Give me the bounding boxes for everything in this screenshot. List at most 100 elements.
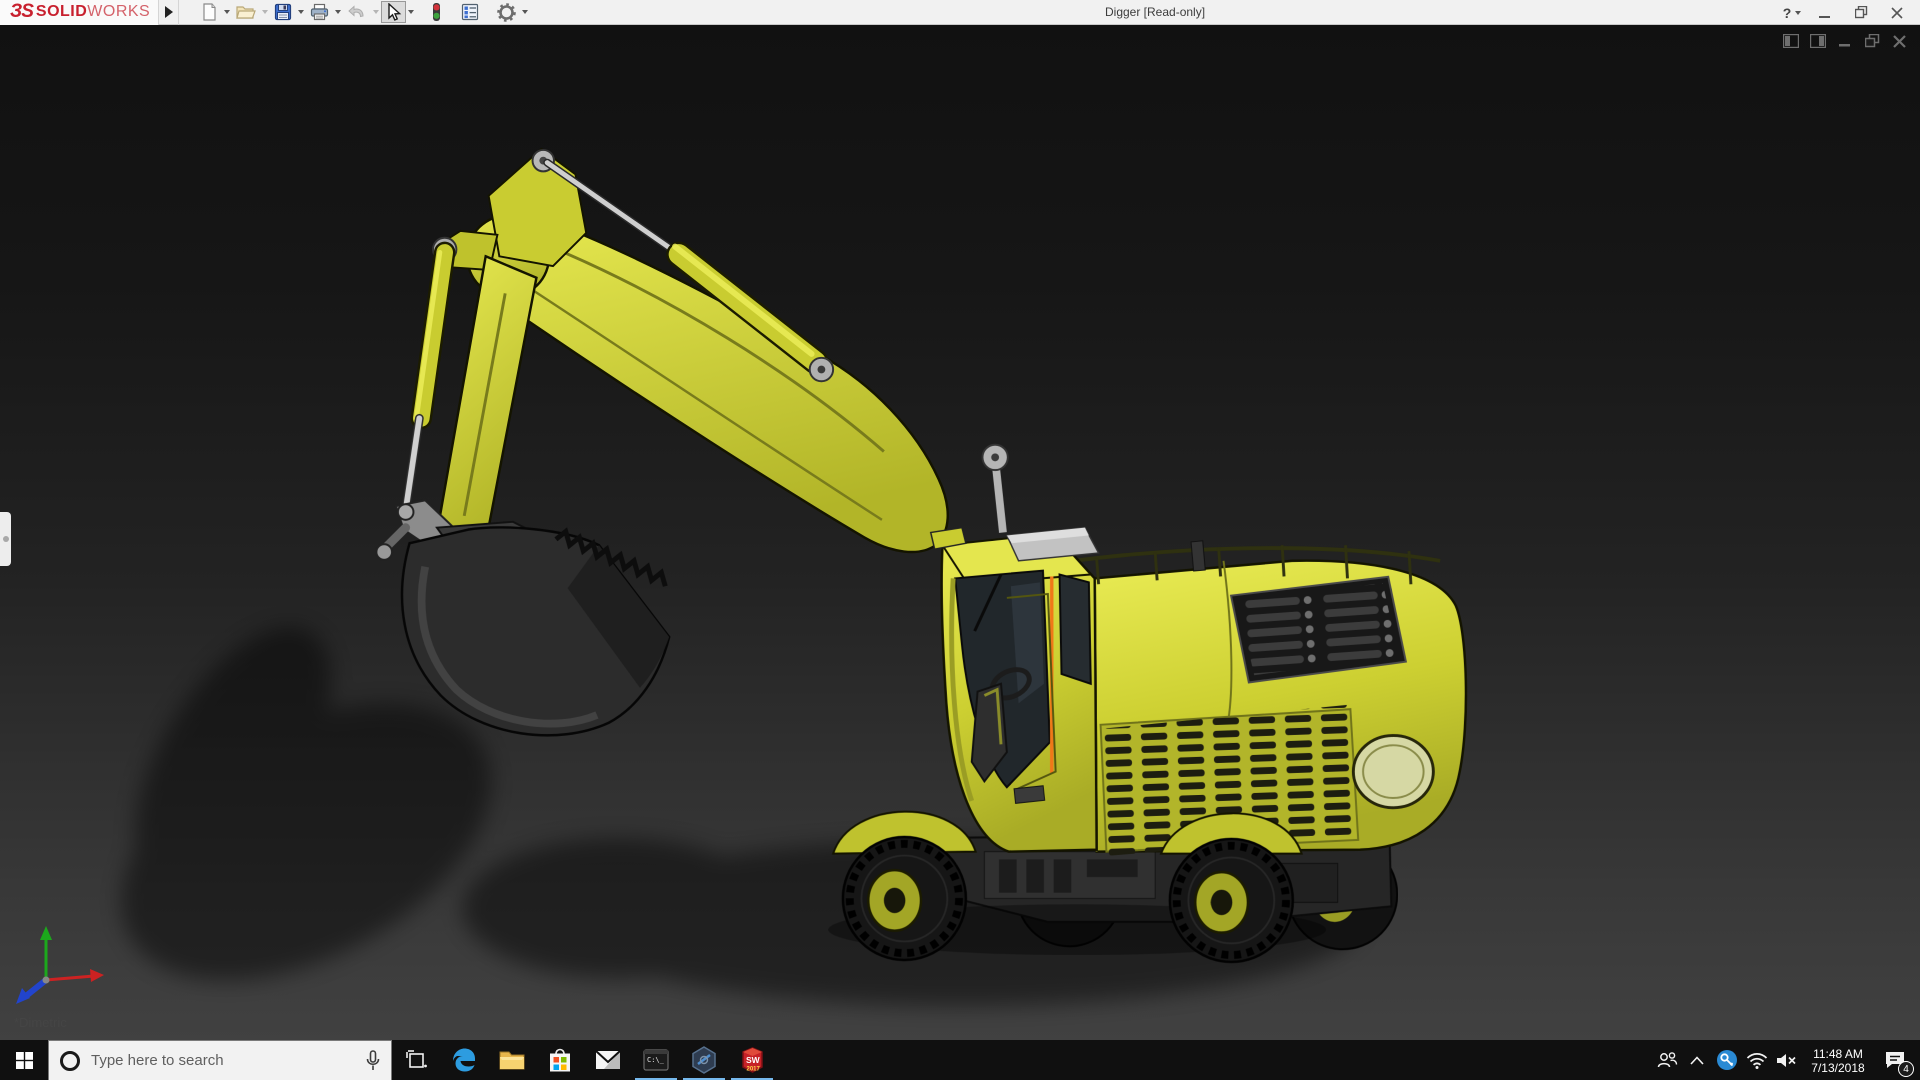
file-properties-icon [461,3,479,21]
save-button[interactable] [270,1,296,23]
taskbar-search-input[interactable]: Type here to search [48,1040,392,1080]
windows-taskbar: Type here to search [0,1040,1920,1080]
taskbar-item-task-view[interactable] [392,1040,440,1080]
show-display-pane-button[interactable] [1809,33,1827,49]
tray-app-button[interactable] [1712,1040,1742,1080]
model-cab[interactable] [931,528,1099,852]
solidworks-window: ЗS SOLID WORKS [0,0,1920,1080]
taskbar-clock[interactable]: 11:48 AM 7/13/2018 [1802,1046,1874,1075]
edrawings-hexagon-icon [691,1046,717,1074]
start-button[interactable] [0,1040,48,1080]
new-document-icon [201,3,218,21]
sw-icon-year: 2017 [746,1067,760,1073]
select-tool-button[interactable] [381,1,406,23]
blue-sphere-key-icon [1716,1049,1738,1071]
pane-right-icon [1810,34,1826,48]
microphone-icon[interactable] [365,1050,381,1072]
doc-close-button[interactable] [1890,33,1908,49]
options-button[interactable] [493,1,520,23]
clock-date: 7/13/2018 [1802,1061,1874,1075]
solidworks-2017-icon: SW 2017 [739,1046,766,1074]
options-gear-icon [497,3,516,22]
solidworks-logo: ЗS SOLID WORKS [0,0,159,25]
store-icon [548,1047,572,1073]
rebuild-button[interactable] [426,1,447,23]
task-view-icon [406,1050,427,1071]
options-dropdown[interactable] [520,1,530,23]
file-properties-button[interactable] [457,1,483,23]
action-center-button[interactable]: 4 [1874,1040,1916,1080]
print-dropdown[interactable] [333,1,343,23]
clock-time: 11:48 AM [1802,1047,1874,1061]
excavator-model[interactable] [0,25,1920,1040]
select-cursor-icon [385,3,402,22]
view-orientation-label: *Dimetric [14,1015,67,1030]
command-prompt-icon: C:\_ [643,1048,669,1072]
doc-close-icon [1893,35,1906,48]
help-button[interactable]: ? [1780,2,1804,24]
pivot-center [991,453,999,461]
print-button[interactable] [306,1,333,23]
save-floppy-icon [274,3,292,21]
brand-solid-text: SOLID [36,3,87,21]
undo-arrow-icon [347,3,367,21]
volume-muted-icon [1776,1052,1798,1069]
help-dropdown-icon [1795,11,1801,15]
edge-icon [451,1047,477,1073]
taskbar-item-command-prompt[interactable]: C:\_ [632,1040,680,1080]
doc-restore-icon [1865,34,1880,48]
model-bucket[interactable] [402,522,669,736]
doc-minimize-icon [1838,34,1852,48]
new-document-button[interactable] [197,1,222,23]
brand-works-text: WORKS [87,3,150,21]
title-bar: ЗS SOLID WORKS [0,0,1920,25]
open-dropdown[interactable] [260,1,270,23]
menu-flyout-arrow[interactable] [159,0,179,25]
cortana-icon [59,1050,81,1072]
save-dropdown[interactable] [296,1,306,23]
taskbar-item-microsoft-edge[interactable] [440,1040,488,1080]
graphics-viewport[interactable]: *Dimetric [0,25,1920,1040]
wifi-button[interactable] [1742,1040,1772,1080]
search-placeholder: Type here to search [91,1052,355,1069]
show-feature-pane-button[interactable] [1782,33,1800,49]
minimize-icon [1819,7,1831,19]
new-dropdown[interactable] [222,1,232,23]
notification-badge: 4 [1898,1061,1914,1077]
tab-grip-dot [3,536,9,542]
chevron-up-icon [1690,1056,1704,1065]
restore-button[interactable] [1846,2,1876,24]
system-tray: 11:48 AM 7/13/2018 4 [1652,1040,1920,1080]
taskbar-item-edrawings[interactable] [680,1040,728,1080]
minimize-button[interactable] [1810,2,1840,24]
file-explorer-icon [499,1049,525,1071]
feature-manager-collapsed-tab[interactable] [0,512,11,566]
close-button[interactable] [1882,2,1912,24]
show-hidden-icons-button[interactable] [1682,1040,1712,1080]
play-triangle-icon [165,6,173,18]
rebuild-traffic-light-icon [430,2,443,22]
windows-logo-icon [16,1052,33,1069]
open-folder-icon [236,3,256,21]
wifi-icon [1746,1052,1768,1069]
taskbar-item-microsoft-store[interactable] [536,1040,584,1080]
sw-icon-label: SW [746,1055,761,1065]
doc-minimize-button[interactable] [1836,33,1854,49]
undo-dropdown[interactable] [371,1,381,23]
select-dropdown[interactable] [406,1,416,23]
reference-triad[interactable] [8,918,118,1008]
help-label: ? [1783,5,1792,21]
model-boom[interactable] [376,149,947,567]
taskbar-item-solidworks-2017[interactable]: SW 2017 [728,1040,776,1080]
taskbar-item-mail[interactable] [584,1040,632,1080]
taskbar-item-file-explorer[interactable] [488,1040,536,1080]
people-button[interactable] [1652,1040,1682,1080]
open-button[interactable] [232,1,260,23]
undo-button[interactable] [343,1,371,23]
volume-button[interactable] [1772,1040,1802,1080]
people-icon [1656,1051,1678,1069]
ds-logo-glyph: ЗS [10,1,33,23]
quick-access-toolbar [197,0,530,25]
document-window-controls [1782,33,1908,49]
doc-restore-button[interactable] [1863,33,1881,49]
